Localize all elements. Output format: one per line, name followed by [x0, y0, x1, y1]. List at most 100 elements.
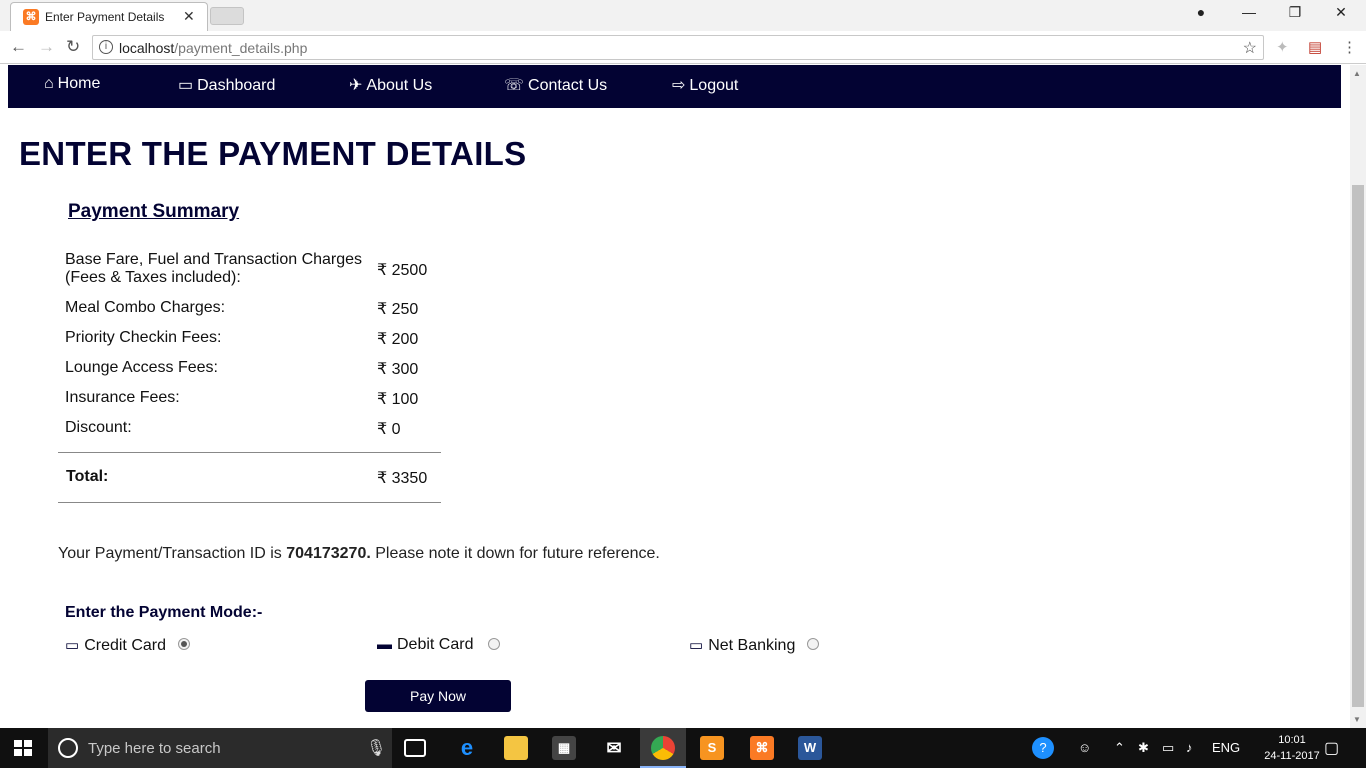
transaction-message: Your Payment/Transaction ID is 704173270…	[58, 545, 660, 563]
nav-about-label: About Us	[366, 77, 433, 94]
meal-combo-label: Meal Combo Charges:	[65, 299, 226, 316]
credit-card-icon: ▭	[65, 637, 80, 654]
volume-icon[interactable]: ♪	[1186, 740, 1193, 755]
mode-credit-card[interactable]: ▭ Credit Card	[65, 636, 166, 655]
menu-icon[interactable]: ⋮	[1342, 38, 1357, 56]
address-bar[interactable]: i localhost/payment_details.php ☆	[92, 35, 1264, 60]
task-view-icon[interactable]	[404, 739, 426, 757]
total-label: Total:	[66, 468, 109, 485]
word-icon[interactable]: W	[798, 736, 822, 760]
pdf-extension-icon[interactable]: ▤	[1308, 38, 1322, 56]
lounge-access-value: ₹ 300	[377, 361, 419, 378]
back-icon[interactable]: ←	[10, 37, 27, 57]
total-value: ₹ 3350	[377, 470, 428, 487]
battery-icon[interactable]: ▭	[1162, 740, 1174, 756]
taskbar-search[interactable]: Type here to search 🎙	[48, 728, 392, 768]
mode-debit-card[interactable]: ▬ Debit Card	[377, 636, 473, 654]
nav-about[interactable]: ✈ About Us	[349, 75, 432, 95]
payment-mode-heading: Enter the Payment Mode:-	[65, 604, 263, 621]
net-banking-radio[interactable]	[807, 638, 819, 650]
url-host: localhost	[119, 40, 175, 56]
xampp-favicon-icon: ⌘	[23, 9, 39, 25]
txn-prefix: Your Payment/Transaction ID is	[58, 545, 287, 562]
forward-icon[interactable]: →	[38, 37, 55, 57]
lounge-access-label: Lounge Access Fees:	[65, 359, 218, 376]
debit-card-icon: ▬	[377, 636, 392, 653]
file-explorer-icon[interactable]	[504, 736, 528, 760]
tab-title: Enter Payment Details	[45, 10, 165, 24]
edge-icon[interactable]: e	[455, 736, 479, 760]
debit-card-radio[interactable]	[488, 638, 500, 650]
search-placeholder: Type here to search	[88, 740, 221, 757]
meal-combo-value: ₹ 250	[377, 301, 419, 318]
priority-checkin-label: Priority Checkin Fees:	[65, 329, 222, 346]
divider	[58, 502, 441, 503]
notifications-icon[interactable]: ▢	[1324, 738, 1339, 758]
nav-contact[interactable]: ☏ Contact Us	[504, 75, 607, 95]
new-tab-button[interactable]	[210, 7, 244, 25]
scroll-up-icon[interactable]: ▲	[1353, 69, 1361, 78]
tab-close-icon[interactable]: ✕	[183, 8, 195, 25]
page-scrollbar[interactable]: ▲ ▼	[1350, 65, 1366, 728]
extension-icon[interactable]: ✦	[1276, 38, 1289, 56]
nav-dashboard[interactable]: ▭ Dashboard	[178, 75, 275, 95]
scroll-down-icon[interactable]: ▼	[1353, 715, 1361, 724]
transaction-id: 704173270.	[286, 545, 371, 562]
nav-home[interactable]: ⌂ Home	[44, 75, 100, 93]
site-navbar: ⌂ Home ▭ Dashboard ✈ About Us ☏ Contact Us ⇨…	[8, 65, 1341, 108]
monitor-icon: ▭	[178, 77, 194, 94]
browser-tab-strip: ⌘ Enter Payment Details ✕ ● — ❐ ✕	[0, 0, 1366, 31]
sublime-text-icon[interactable]: S	[700, 736, 724, 760]
browser-toolbar: ← → ↻ i localhost/payment_details.php ☆ …	[0, 31, 1366, 64]
priority-checkin-value: ₹ 200	[377, 331, 419, 348]
maximize-button[interactable]: ❐	[1272, 4, 1318, 21]
base-fare-label: Base Fare, Fuel and Transaction Charges …	[65, 251, 363, 286]
insurance-value: ₹ 100	[377, 391, 419, 408]
language-indicator[interactable]: ENG	[1212, 740, 1240, 755]
tray-chevron-icon[interactable]: ⌃	[1114, 740, 1125, 756]
store-icon[interactable]: ▦	[552, 736, 576, 760]
mode-net-banking-label: Net Banking	[708, 637, 796, 654]
home-icon: ⌂	[44, 75, 54, 92]
payment-summary-heading: Payment Summary	[68, 201, 240, 222]
mail-icon[interactable]: ✉	[602, 736, 626, 760]
windows-start-icon[interactable]	[14, 740, 32, 756]
page-title: ENTER THE PAYMENT DETAILS	[19, 135, 527, 172]
clock-date: 24-11-2017	[1264, 750, 1320, 762]
clock-time: 10:01	[1278, 734, 1306, 746]
discount-value: ₹ 0	[377, 421, 401, 438]
chrome-icon[interactable]	[651, 736, 675, 760]
bookmark-star-icon[interactable]: ☆	[1243, 38, 1257, 58]
plane-icon: ✈	[349, 77, 363, 94]
url-text[interactable]: localhost/payment_details.php	[119, 40, 307, 56]
minimize-button[interactable]: —	[1226, 4, 1272, 20]
nav-logout-label: Logout	[689, 77, 739, 94]
people-icon[interactable]: ☺	[1078, 740, 1091, 755]
txn-suffix: Please note it down for future reference…	[370, 545, 660, 562]
reload-icon[interactable]: ↻	[66, 37, 80, 57]
base-fare-value: ₹ 2500	[377, 262, 428, 279]
monitor-icon: ▭	[689, 637, 704, 654]
pay-now-button[interactable]: Pay Now	[365, 680, 511, 712]
help-icon[interactable]: ?	[1032, 737, 1054, 759]
profile-icon[interactable]: ●	[1178, 4, 1224, 20]
nav-contact-label: Contact Us	[528, 77, 608, 94]
insurance-label: Insurance Fees:	[65, 389, 180, 406]
mode-net-banking[interactable]: ▭ Net Banking	[689, 636, 795, 655]
info-icon[interactable]: i	[99, 40, 113, 54]
nav-home-label: Home	[57, 75, 101, 92]
mode-credit-card-label: Credit Card	[84, 637, 166, 654]
wifi-icon[interactable]: ✱	[1138, 740, 1149, 756]
browser-tab[interactable]: ⌘ Enter Payment Details ✕	[10, 2, 208, 31]
discount-label: Discount:	[65, 419, 132, 436]
close-window-button[interactable]: ✕	[1318, 4, 1364, 21]
nav-logout[interactable]: ⇨ Logout	[672, 75, 738, 95]
microphone-icon[interactable]: 🎙	[366, 738, 386, 758]
cortana-icon	[58, 738, 78, 758]
xampp-icon[interactable]: ⌘	[750, 736, 774, 760]
nav-dashboard-label: Dashboard	[197, 77, 276, 94]
divider	[58, 452, 441, 453]
credit-card-radio[interactable]	[178, 638, 190, 650]
scroll-thumb[interactable]	[1352, 185, 1364, 707]
clock[interactable]: 10:01 24-11-2017	[1262, 732, 1322, 764]
